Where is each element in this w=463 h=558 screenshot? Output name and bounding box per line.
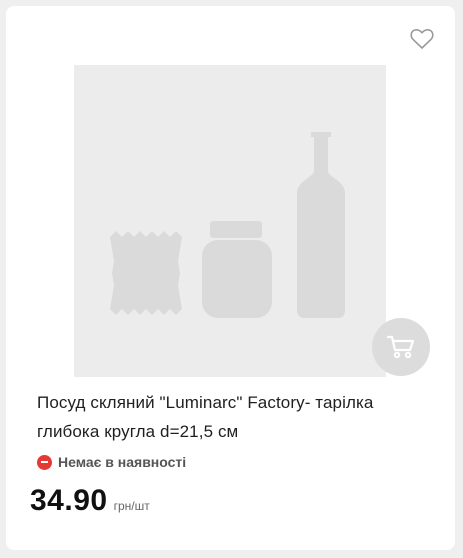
shopping-cart-icon xyxy=(386,335,415,359)
minus-circle-icon xyxy=(37,454,52,470)
price-unit: грн/шт xyxy=(113,499,150,513)
availability-text: Немає в наявності xyxy=(58,454,187,470)
product-card[interactable]: Посуд скляний "Luminarc" Factory- тарілк… xyxy=(6,6,455,550)
product-title[interactable]: Посуд скляний "Luminarc" Factory- тарілк… xyxy=(37,388,437,446)
favorite-heart-icon[interactable] xyxy=(409,27,435,51)
price-block: 34.90 грн/шт xyxy=(30,484,150,518)
add-to-cart-button[interactable] xyxy=(372,318,430,376)
price-value: 34.90 xyxy=(30,484,108,517)
page-background: Посуд скляний "Luminarc" Factory- тарілк… xyxy=(0,0,463,558)
product-image-placeholder[interactable] xyxy=(74,65,386,377)
availability-status: Немає в наявності xyxy=(37,452,186,472)
product-placeholder-icon xyxy=(110,132,345,318)
